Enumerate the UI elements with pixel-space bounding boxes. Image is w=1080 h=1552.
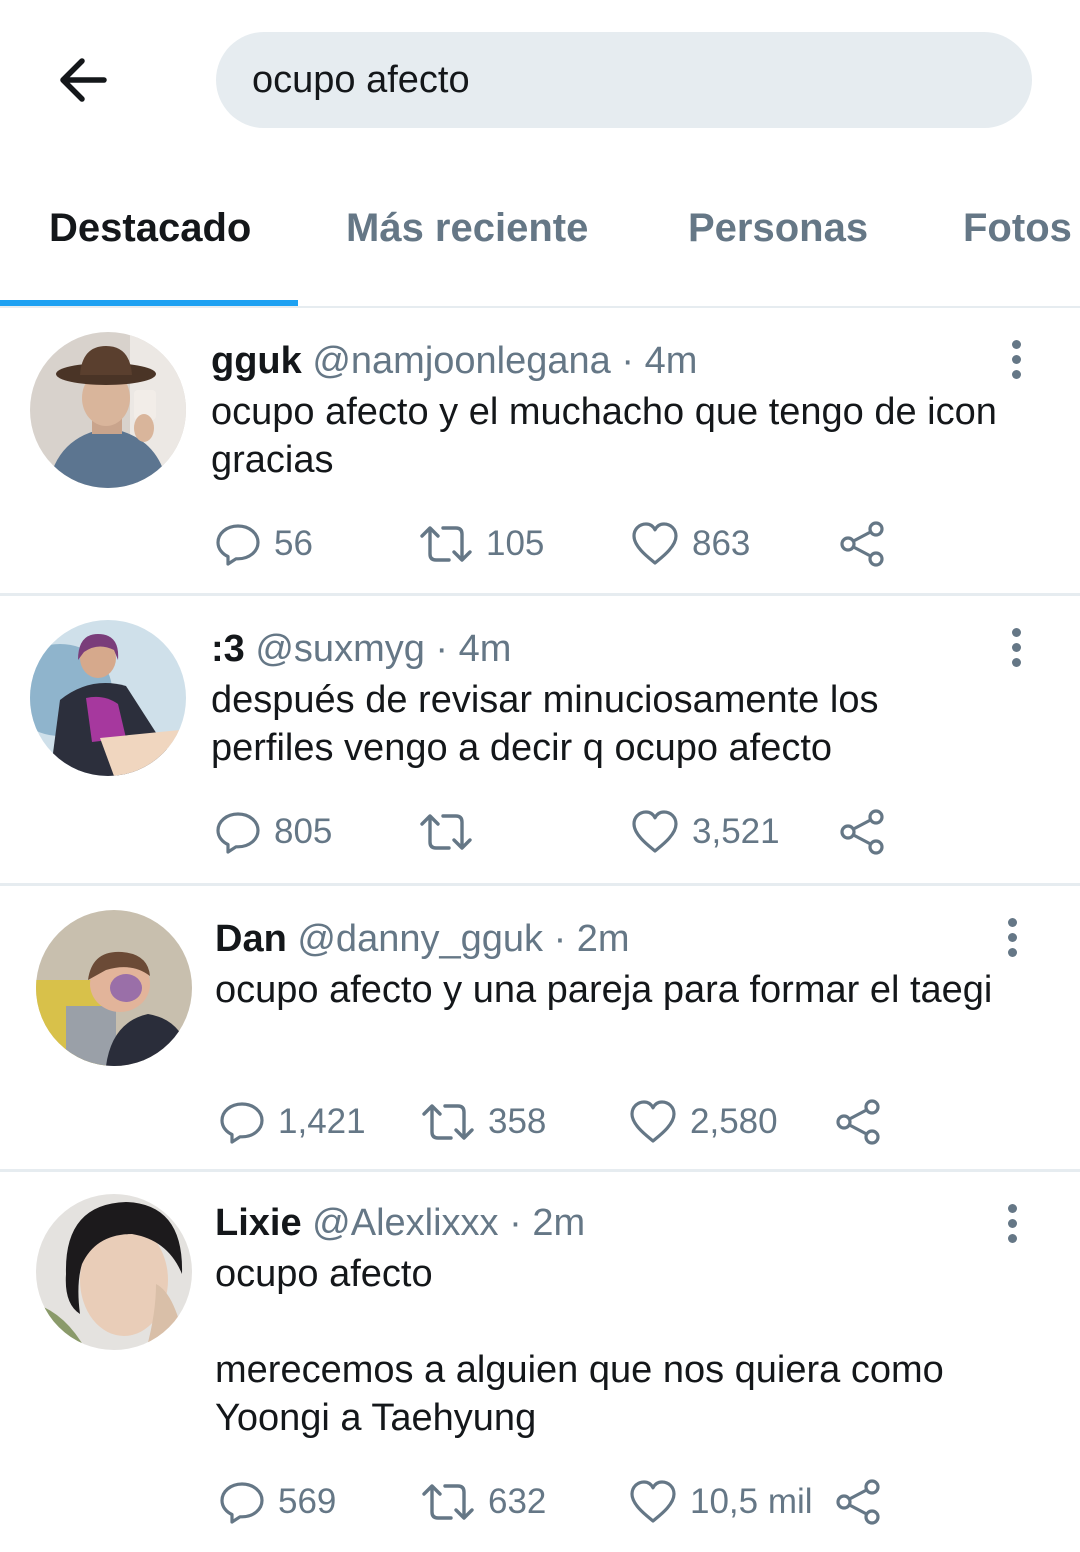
reply-button[interactable]: 569 [218,1476,336,1528]
avatar[interactable] [36,1194,192,1350]
avatar-photo [30,332,186,488]
search-input[interactable] [252,32,992,128]
user-handle[interactable]: @Alexlixxx [312,1202,498,1244]
retweet-count: 632 [488,1482,547,1521]
retweet-count: 105 [486,524,545,563]
more-options-button[interactable] [1002,1204,1022,1248]
like-count: 863 [692,524,751,563]
tweet-actions: 1,421 358 2,580 [0,1096,1080,1148]
share-button[interactable] [838,806,886,858]
search-tabs: Destacado Más reciente Personas Fotos [0,176,1080,308]
tweet-2[interactable]: :3 @suxmyg · 4m después de revisar minuc… [0,596,1080,886]
tweet-1[interactable]: gguk @namjoonlegana · 4m ocupo afecto y … [0,308,1080,596]
arrow-left-icon [60,58,107,102]
retweet-button[interactable]: 632 [420,1476,546,1528]
display-name[interactable]: Lixie [215,1202,302,1244]
heart-icon [632,810,678,853]
user-handle[interactable]: @danny_gguk [297,918,543,960]
timestamp: · 4m [621,340,698,382]
tweet-3[interactable]: Dan @danny_gguk · 2m ocupo afecto y una … [0,886,1080,1172]
retweet-button[interactable]: 358 [420,1096,546,1148]
reply-icon [220,1482,264,1524]
tweet-header: :3 @suxmyg · 4m [211,628,511,671]
like-button[interactable]: 863 [630,518,750,570]
reply-button[interactable]: 56 [214,518,313,570]
tweet-header: Dan @danny_gguk · 2m [215,918,630,961]
reply-icon [220,1102,264,1144]
share-icon [840,521,884,567]
search-bar[interactable] [216,32,1032,128]
more-options-button[interactable] [1002,918,1022,962]
reply-icon [216,524,260,566]
tweet-header: gguk @namjoonlegana · 4m [211,340,697,383]
reply-button[interactable]: 1,421 [218,1096,366,1148]
like-button[interactable]: 2,580 [628,1096,778,1148]
like-count: 3,521 [692,812,780,851]
share-button[interactable] [834,1476,882,1528]
avatar[interactable] [36,910,192,1066]
more-options-button[interactable] [1006,628,1026,672]
share-icon [840,809,884,855]
avatar[interactable] [30,332,186,488]
share-icon [836,1099,880,1145]
avatar-photo [36,910,192,1066]
heart-icon [630,1480,676,1523]
tweet-actions: 56 105 863 [0,518,1080,570]
avatar-photo [36,1194,192,1350]
search-header [0,0,1080,160]
reply-button[interactable]: 805 [214,806,332,858]
reply-count: 1,421 [278,1102,366,1141]
avatar[interactable] [30,620,186,776]
like-button[interactable]: 3,521 [630,806,780,858]
tweet-text: ocupo afecto merecemos a alguien que nos… [215,1253,944,1439]
tweet-text: después de revisar minuciosamente los pe… [211,679,879,769]
retweet-icon [420,814,472,850]
like-count: 10,5 mil [690,1482,813,1521]
tweet-text: ocupo afecto y el muchacho que tengo de … [211,391,997,481]
like-button[interactable]: 10,5 mil [628,1476,813,1528]
retweet-button[interactable] [418,806,486,858]
tweet-header: Lixie @Alexlixxx · 2m [215,1202,585,1245]
heart-icon [630,1100,676,1143]
tweet-actions: 569 632 10,5 mil [0,1476,1080,1528]
retweet-button[interactable]: 105 [418,518,544,570]
timestamp: · 4m [435,628,512,670]
like-count: 2,580 [690,1102,778,1141]
active-tab-indicator [0,300,298,306]
reply-count: 805 [274,812,333,851]
reply-icon [216,812,260,854]
retweet-count: 358 [488,1102,547,1141]
share-button[interactable] [838,518,886,570]
back-button[interactable] [52,48,116,112]
tab-destacado[interactable]: Destacado [49,206,251,251]
heart-icon [632,522,678,565]
timestamp: · 2m [509,1202,586,1244]
user-handle[interactable]: @suxmyg [255,628,425,670]
display-name[interactable]: gguk [211,340,302,382]
reply-count: 569 [278,1482,337,1521]
retweet-icon [422,1484,474,1520]
tweet-4[interactable]: Lixie @Alexlixxx · 2m ocupo afecto merec… [0,1172,1080,1552]
timestamp: · 2m [553,918,630,960]
display-name[interactable]: Dan [215,918,287,960]
tab-mas-reciente[interactable]: Más reciente [346,206,588,251]
retweet-icon [422,1104,474,1140]
user-handle[interactable]: @namjoonlegana [312,340,610,382]
reply-count: 56 [274,524,313,563]
share-button[interactable] [834,1096,882,1148]
tab-personas[interactable]: Personas [688,206,868,251]
more-options-button[interactable] [1006,340,1026,384]
tweet-actions: 805 3,521 [0,806,1080,858]
share-icon [836,1479,880,1525]
tab-fotos[interactable]: Fotos [963,206,1072,251]
tweet-text: ocupo afecto y una pareja para formar el… [215,969,993,1011]
avatar-photo [30,620,186,776]
retweet-icon [420,526,472,562]
display-name[interactable]: :3 [211,628,245,670]
